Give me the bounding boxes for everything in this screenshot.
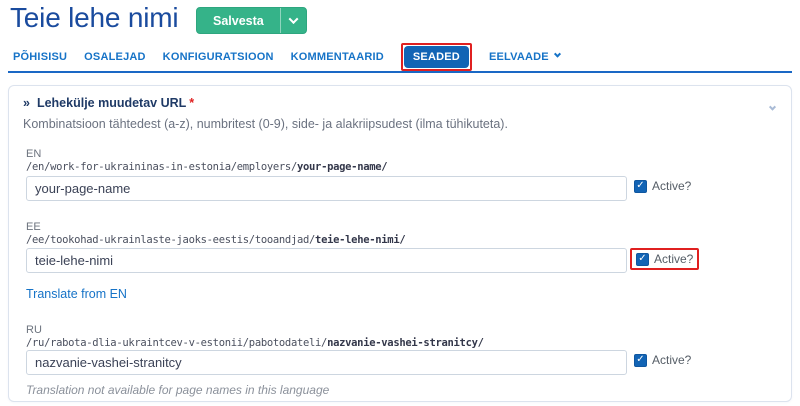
check-icon: ✓	[636, 354, 645, 365]
section-description: Kombinatsioon tähtedest (a-z), numbrites…	[23, 117, 508, 131]
tabbar-divider	[8, 71, 792, 73]
translation-unavailable-note: Translation not available for page names…	[26, 383, 330, 397]
lang-label-ee: EE	[26, 221, 41, 233]
url-path-slug: teie-lehe-nimi/	[315, 234, 406, 246]
tab-kommentaarid[interactable]: KOMMENTAARID	[291, 51, 384, 63]
url-path-slug: your-page-name/	[296, 161, 388, 173]
url-path-prefix: /ru/rabota-dlia-ukraintcev-v-estonii/pab…	[26, 337, 328, 349]
url-path-ru: /ru/rabota-dlia-ukraintcev-v-estonii/pab…	[26, 337, 484, 349]
url-settings-panel: » Lehekülje muudetav URL * Kombinatsioon t…	[8, 85, 792, 402]
tab-osalejad[interactable]: OSALEJAD	[84, 51, 146, 63]
url-path-ee: /ee/tookohad-ukrainlaste-jaoks-eestis/to…	[26, 234, 406, 246]
tab-konfiguratsioon[interactable]: KONFIGURATSIOON	[163, 51, 274, 63]
lang-label-en: EN	[26, 148, 42, 160]
active-checkbox-ee[interactable]: ✓	[636, 252, 649, 266]
active-label-en: Active?	[652, 179, 692, 193]
collapse-section-toggle[interactable]	[768, 98, 777, 116]
tab-eelvaade[interactable]: EELVAADE	[488, 50, 561, 63]
save-button[interactable]: Salvesta	[197, 8, 280, 33]
tab-bar: PÕHISISU OSALEJAD KONFIGURATSIOON KOMMEN…	[13, 43, 561, 71]
active-row-ee: ✓ Active?	[630, 248, 700, 270]
section-title-text: Lehekülje muudetav URL	[36, 96, 187, 110]
translate-from-en-link[interactable]: Translate from EN	[26, 287, 127, 301]
active-label-ru: Active?	[652, 353, 692, 367]
page-title: Teie lehe nimi	[10, 2, 179, 33]
url-path-slug: nazvanie-vashei-stranitcy/	[327, 337, 484, 349]
active-label-ee: Active?	[654, 252, 694, 266]
url-path-prefix: /en/work-for-ukraininas-in-estonia/emplo…	[26, 161, 297, 173]
chevron-down-icon	[553, 50, 561, 58]
chevron-down-icon	[288, 14, 299, 25]
active-checkbox-en[interactable]: ✓	[634, 179, 647, 193]
url-path-en: /en/work-for-ukraininas-in-estonia/emplo…	[26, 161, 388, 173]
annotation-box-active-ee: ✓ Active?	[630, 248, 700, 270]
slug-input-ru[interactable]	[26, 350, 627, 375]
tab-pohisisu[interactable]: PÕHISISU	[13, 51, 67, 63]
lang-label-ru: RU	[26, 324, 42, 336]
check-icon: ✓	[638, 253, 647, 264]
section-title: » Lehekülje muudetav URL *	[23, 96, 194, 110]
annotation-box-seaded: SEADED	[400, 43, 472, 71]
url-path-prefix: /ee/tookohad-ukrainlaste-jaoks-eestis/to…	[26, 234, 316, 246]
slug-input-ee[interactable]	[26, 248, 627, 273]
tab-seaded[interactable]: SEADED	[403, 46, 469, 68]
tab-eelvaade-label: EELVAADE	[488, 51, 549, 63]
section-bullet-icon: »	[23, 96, 30, 110]
active-row-en: ✓ Active?	[634, 179, 691, 193]
required-marker: *	[189, 96, 195, 110]
active-row-ru: ✓ Active?	[634, 353, 691, 367]
slug-input-en[interactable]	[26, 176, 627, 201]
save-dropdown-toggle[interactable]	[279, 8, 306, 33]
active-checkbox-ru[interactable]: ✓	[634, 353, 647, 367]
page: Teie lehe nimi Salvesta PÕHISISU OSALEJA…	[0, 0, 800, 406]
chevron-down-icon	[768, 103, 777, 111]
save-split-button[interactable]: Salvesta	[196, 7, 307, 34]
check-icon: ✓	[636, 180, 645, 191]
